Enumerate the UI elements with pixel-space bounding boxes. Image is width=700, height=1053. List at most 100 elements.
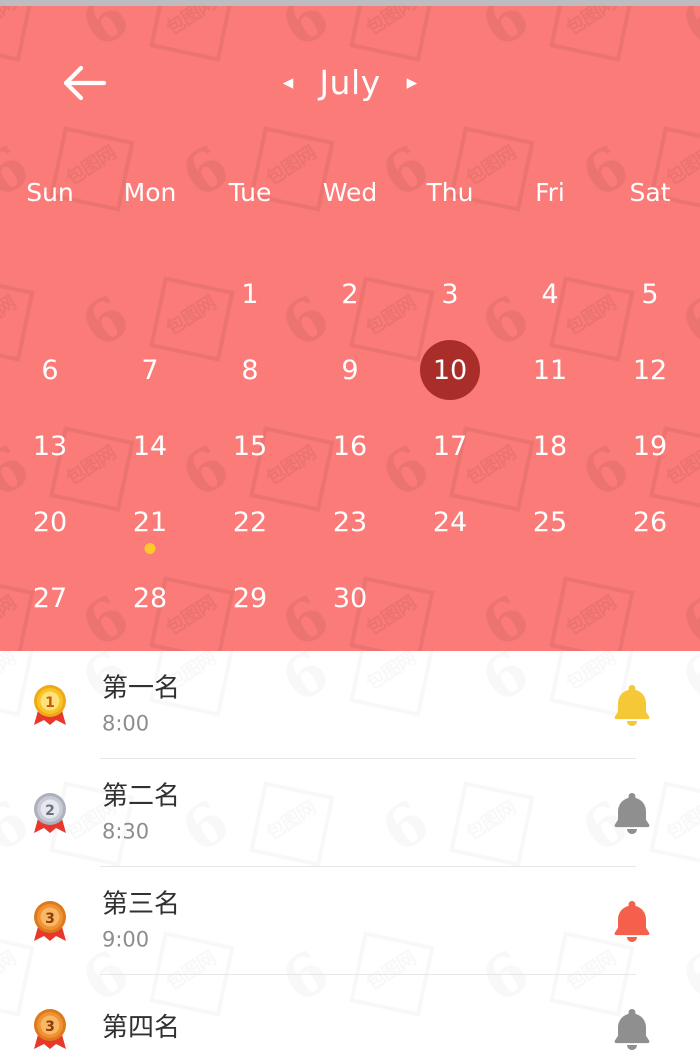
rank-medal-badge: 1 (26, 679, 74, 731)
schedule-list: 6包图网6包图网6包图网6包图网6包图网6包图网6包图网6包图网6包图网6包图网… (0, 651, 700, 1053)
month-navigator: ◂ July ▸ (0, 56, 700, 108)
day-number: 24 (432, 506, 468, 538)
next-month-button[interactable]: ▸ (403, 68, 422, 97)
bell-icon (614, 793, 650, 834)
day-cell-empty (0, 256, 100, 332)
day-cell-1[interactable]: 1 (200, 256, 300, 332)
svg-text:1: 1 (45, 695, 55, 711)
day-number: 8 (241, 354, 259, 386)
day-number: 6 (41, 354, 59, 386)
day-number: 4 (541, 278, 559, 310)
day-cell-13[interactable]: 13 (0, 408, 100, 484)
watermark-text: 包图网 (562, 6, 620, 40)
list-item-time: 8:00 (102, 711, 150, 736)
day-cell-4[interactable]: 4 (500, 256, 600, 332)
day-cell-11[interactable]: 11 (500, 332, 600, 408)
list-item-text: 第一名 8:00 (102, 673, 181, 736)
bell-icon (614, 1009, 650, 1050)
day-cell-27[interactable]: 27 (0, 560, 100, 636)
rank-medal-badge: 2 (26, 787, 74, 839)
rank-medal-badge: 3 (26, 1003, 74, 1053)
day-cell-9[interactable]: 9 (300, 332, 400, 408)
day-cell-26[interactable]: 26 (600, 484, 700, 560)
day-number: 7 (141, 354, 159, 386)
day-cell-23[interactable]: 23 (300, 484, 400, 560)
day-number: 13 (32, 430, 68, 462)
list-item-title: 第一名 (102, 673, 181, 704)
alarm-bell-toggle[interactable] (610, 681, 654, 729)
day-cell-6[interactable]: 6 (0, 332, 100, 408)
day-number: 11 (532, 354, 568, 386)
list-item[interactable]: 3 第四名 (0, 975, 700, 1053)
day-number: 21 (132, 506, 168, 538)
alarm-bell-toggle[interactable] (610, 789, 654, 837)
bell-icon (614, 685, 650, 726)
day-cell-19[interactable]: 19 (600, 408, 700, 484)
day-cell-empty (100, 256, 200, 332)
list-item-title: 第三名 (102, 889, 181, 920)
day-number: 3 (441, 278, 459, 310)
day-number: 5 (641, 278, 659, 310)
day-cell-20[interactable]: 20 (0, 484, 100, 560)
watermark-tile: 6包图网 (166, 641, 424, 651)
day-cell-24[interactable]: 24 (400, 484, 500, 560)
medal-icon: 1 (34, 685, 66, 725)
day-grid: 1 2 3 4 5 6 7 8 9 10 11 12 13 14 15 16 17 18 19 20 21 22 23 24 2… (0, 256, 700, 636)
list-item-text: 第三名 9:00 (102, 889, 181, 952)
list-item[interactable]: 3 第三名 9:00 (0, 867, 700, 975)
day-number: 25 (532, 506, 568, 538)
day-cell-16[interactable]: 16 (300, 408, 400, 484)
svg-text:2: 2 (45, 803, 55, 819)
list-item-title: 第四名 (102, 1013, 181, 1044)
app-root: 6包图网6包图网6包图网6包图网6包图网6包图网6包图网6包图网6包图网6包图网… (0, 0, 700, 1053)
calendar-panel: 6包图网6包图网6包图网6包图网6包图网6包图网6包图网6包图网6包图网6包图网… (0, 6, 700, 651)
day-cell-18[interactable]: 18 (500, 408, 600, 484)
watermark-tile: 6包图网 (366, 641, 624, 651)
day-cell-28[interactable]: 28 (100, 560, 200, 636)
day-cell-2[interactable]: 2 (300, 256, 400, 332)
alarm-bell-toggle[interactable] (610, 1005, 654, 1053)
day-number: 18 (532, 430, 568, 462)
day-number: 29 (232, 582, 268, 614)
day-cell-29[interactable]: 29 (200, 560, 300, 636)
day-cell-15[interactable]: 15 (200, 408, 300, 484)
day-number: 9 (341, 354, 359, 386)
event-dot (144, 543, 156, 554)
day-cell-5[interactable]: 5 (600, 256, 700, 332)
day-number: 23 (332, 506, 368, 538)
day-cell-10[interactable]: 10 (400, 332, 500, 408)
day-cell-25[interactable]: 25 (500, 484, 600, 560)
day-cell-21[interactable]: 21 (100, 484, 200, 560)
weekday-label-sun: Sun (26, 178, 74, 207)
day-number: 28 (132, 582, 168, 614)
prev-month-button[interactable]: ◂ (279, 68, 298, 97)
day-cell-17[interactable]: 17 (400, 408, 500, 484)
month-label: July (319, 62, 381, 102)
day-number: 20 (32, 506, 68, 538)
alarm-bell-toggle[interactable] (610, 897, 654, 945)
day-cell-7[interactable]: 7 (100, 332, 200, 408)
bell-icon (614, 901, 650, 942)
day-cell-14[interactable]: 14 (100, 408, 200, 484)
day-number: 30 (332, 582, 368, 614)
list-item[interactable]: 1 第一名 8:00 (0, 651, 700, 759)
svg-text:3: 3 (45, 911, 55, 927)
list-item[interactable]: 2 第二名 8:30 (0, 759, 700, 867)
watermark-text: 包图网 (0, 6, 20, 40)
day-cell-22[interactable]: 22 (200, 484, 300, 560)
day-cell-30[interactable]: 30 (300, 560, 400, 636)
list-item-time: 9:00 (102, 927, 150, 952)
day-number: 27 (32, 582, 68, 614)
day-number: 2 (341, 278, 359, 310)
medal-icon: 2 (34, 793, 66, 833)
list-item-title: 第二名 (102, 781, 181, 812)
day-number: 26 (632, 506, 668, 538)
svg-text:3: 3 (45, 1019, 55, 1035)
day-number: 17 (432, 430, 468, 462)
day-cell-12[interactable]: 12 (600, 332, 700, 408)
weekday-label-fri: Fri (535, 178, 565, 207)
watermark-tile: 6包图网 (566, 641, 700, 651)
day-cell-8[interactable]: 8 (200, 332, 300, 408)
day-number: 15 (232, 430, 268, 462)
day-cell-3[interactable]: 3 (400, 256, 500, 332)
